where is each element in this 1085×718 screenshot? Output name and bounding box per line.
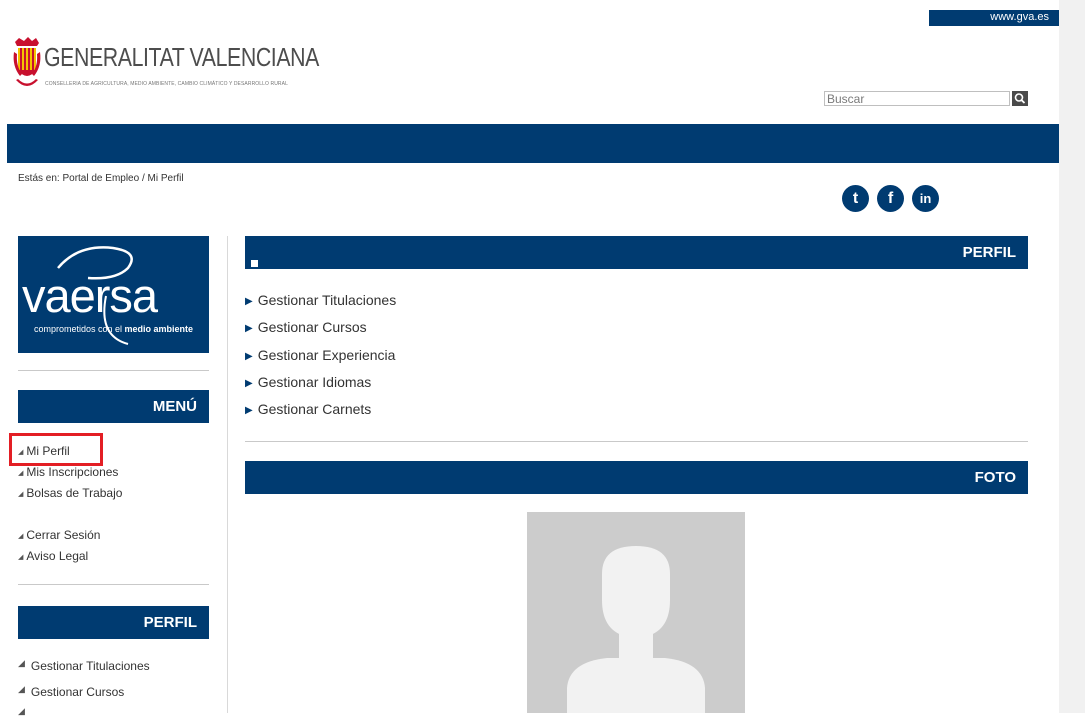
arrow-right-icon: ▶ <box>245 405 253 416</box>
perfil-link-label: Gestionar Titulaciones <box>257 292 397 308</box>
perfil-link-label: Gestionar Carnets <box>257 401 372 417</box>
divider <box>245 441 1028 442</box>
menu-item-mi-perfil[interactable]: ◢ Mi Perfil <box>18 444 70 458</box>
square-icon <box>251 260 258 267</box>
perfil-link-label: Gestionar Experiencia <box>257 347 396 363</box>
menu-item-label: Bolsas de Trabajo <box>26 486 123 500</box>
menu-item-label: Mi Perfil <box>26 444 70 458</box>
triangle-icon: ◢ <box>18 491 24 498</box>
menu-item-label: Aviso Legal <box>26 549 89 563</box>
arrow-right-icon: ▶ <box>245 351 253 362</box>
side-perfil-item-partial[interactable]: ◢ <box>18 704 28 718</box>
perfil-link-titulaciones[interactable]: ▶ Gestionar Titulaciones <box>245 292 396 308</box>
triangle-icon: ◢ <box>18 449 24 456</box>
arrow-right-icon: ▶ <box>245 296 253 307</box>
menu-item-cerrar-sesion[interactable]: ◢ Cerrar Sesión <box>18 528 100 542</box>
search-icon <box>1014 93 1026 104</box>
triangle-icon: ◢ <box>18 533 24 540</box>
search-input[interactable] <box>824 91 1010 106</box>
side-perfil-item-label: Gestionar Titulaciones <box>30 659 150 673</box>
linkedin-icon[interactable]: in <box>912 185 939 212</box>
logo-title: GENERALITAT VALENCIANA <box>44 42 319 72</box>
breadcrumb: Estás en: Portal de Empleo / Mi Perfil <box>18 173 184 184</box>
vaersa-tagline: comprometidos con el medio ambiente <box>18 324 209 334</box>
perfil-link-experiencia[interactable]: ▶ Gestionar Experiencia <box>245 347 395 363</box>
scrollbar[interactable] <box>1059 0 1085 713</box>
perfil-link-label: Gestionar Idiomas <box>257 374 372 390</box>
menu-item-mis-inscripciones[interactable]: ◢ Mis Inscripciones <box>18 465 118 479</box>
perfil-header-title: PERFIL <box>962 244 1016 261</box>
menu-header: MENÚ <box>18 390 209 423</box>
perfil-link-carnets[interactable]: ▶ Gestionar Carnets <box>245 401 371 417</box>
triangle-icon: ◢ <box>18 658 25 668</box>
arrow-right-icon: ▶ <box>245 323 253 334</box>
facebook-icon[interactable]: f <box>877 185 904 212</box>
gva-link-bar: www.gva.es <box>929 10 1059 26</box>
divider <box>18 370 209 371</box>
side-perfil-item-label: Gestionar Cursos <box>30 685 125 699</box>
triangle-icon: ◢ <box>18 470 24 477</box>
header-band <box>7 124 1059 163</box>
perfil-link-idiomas[interactable]: ▶ Gestionar Idiomas <box>245 374 371 390</box>
menu-item-label: Mis Inscripciones <box>26 465 119 479</box>
vaersa-wordmark: vaersa <box>22 269 158 322</box>
perfil-header: PERFIL <box>245 236 1028 269</box>
foto-header: FOTO <box>245 461 1028 494</box>
vaersa-logo[interactable]: vaersa comprometidos con el medio ambien… <box>18 236 209 353</box>
generalitat-emblem-icon <box>13 37 41 86</box>
perfil-link-label: Gestionar Cursos <box>257 319 367 335</box>
twitter-icon[interactable]: t <box>842 185 869 212</box>
profile-photo-placeholder[interactable] <box>527 512 745 713</box>
triangle-icon: ◢ <box>18 684 25 694</box>
side-perfil-header: PERFIL <box>18 606 209 639</box>
side-perfil-item-titulaciones[interactable]: ◢ Gestionar Titulaciones <box>18 658 150 673</box>
gva-link[interactable]: www.gva.es <box>990 11 1049 23</box>
menu-item-bolsas-de-trabajo[interactable]: ◢ Bolsas de Trabajo <box>18 486 122 500</box>
search-button[interactable] <box>1012 91 1028 106</box>
divider <box>18 584 209 585</box>
vaersa-tagline-bold: medio ambiente <box>124 324 194 334</box>
logo-subtitle: CONSELLERIA DE AGRICULTURA, MEDIO AMBIEN… <box>45 81 288 87</box>
user-silhouette-icon <box>567 546 705 713</box>
arrow-right-icon: ▶ <box>245 378 253 389</box>
triangle-icon: ◢ <box>18 554 24 561</box>
menu-item-label: Cerrar Sesión <box>26 528 101 542</box>
foto-header-title: FOTO <box>974 469 1016 486</box>
perfil-link-cursos[interactable]: ▶ Gestionar Cursos <box>245 319 367 335</box>
column-divider <box>227 236 228 713</box>
vaersa-tagline-prefix: comprometidos con el <box>33 324 125 334</box>
side-perfil-item-cursos[interactable]: ◢ Gestionar Cursos <box>18 684 124 699</box>
triangle-icon: ◢ <box>18 706 25 716</box>
menu-item-aviso-legal[interactable]: ◢ Aviso Legal <box>18 549 88 563</box>
